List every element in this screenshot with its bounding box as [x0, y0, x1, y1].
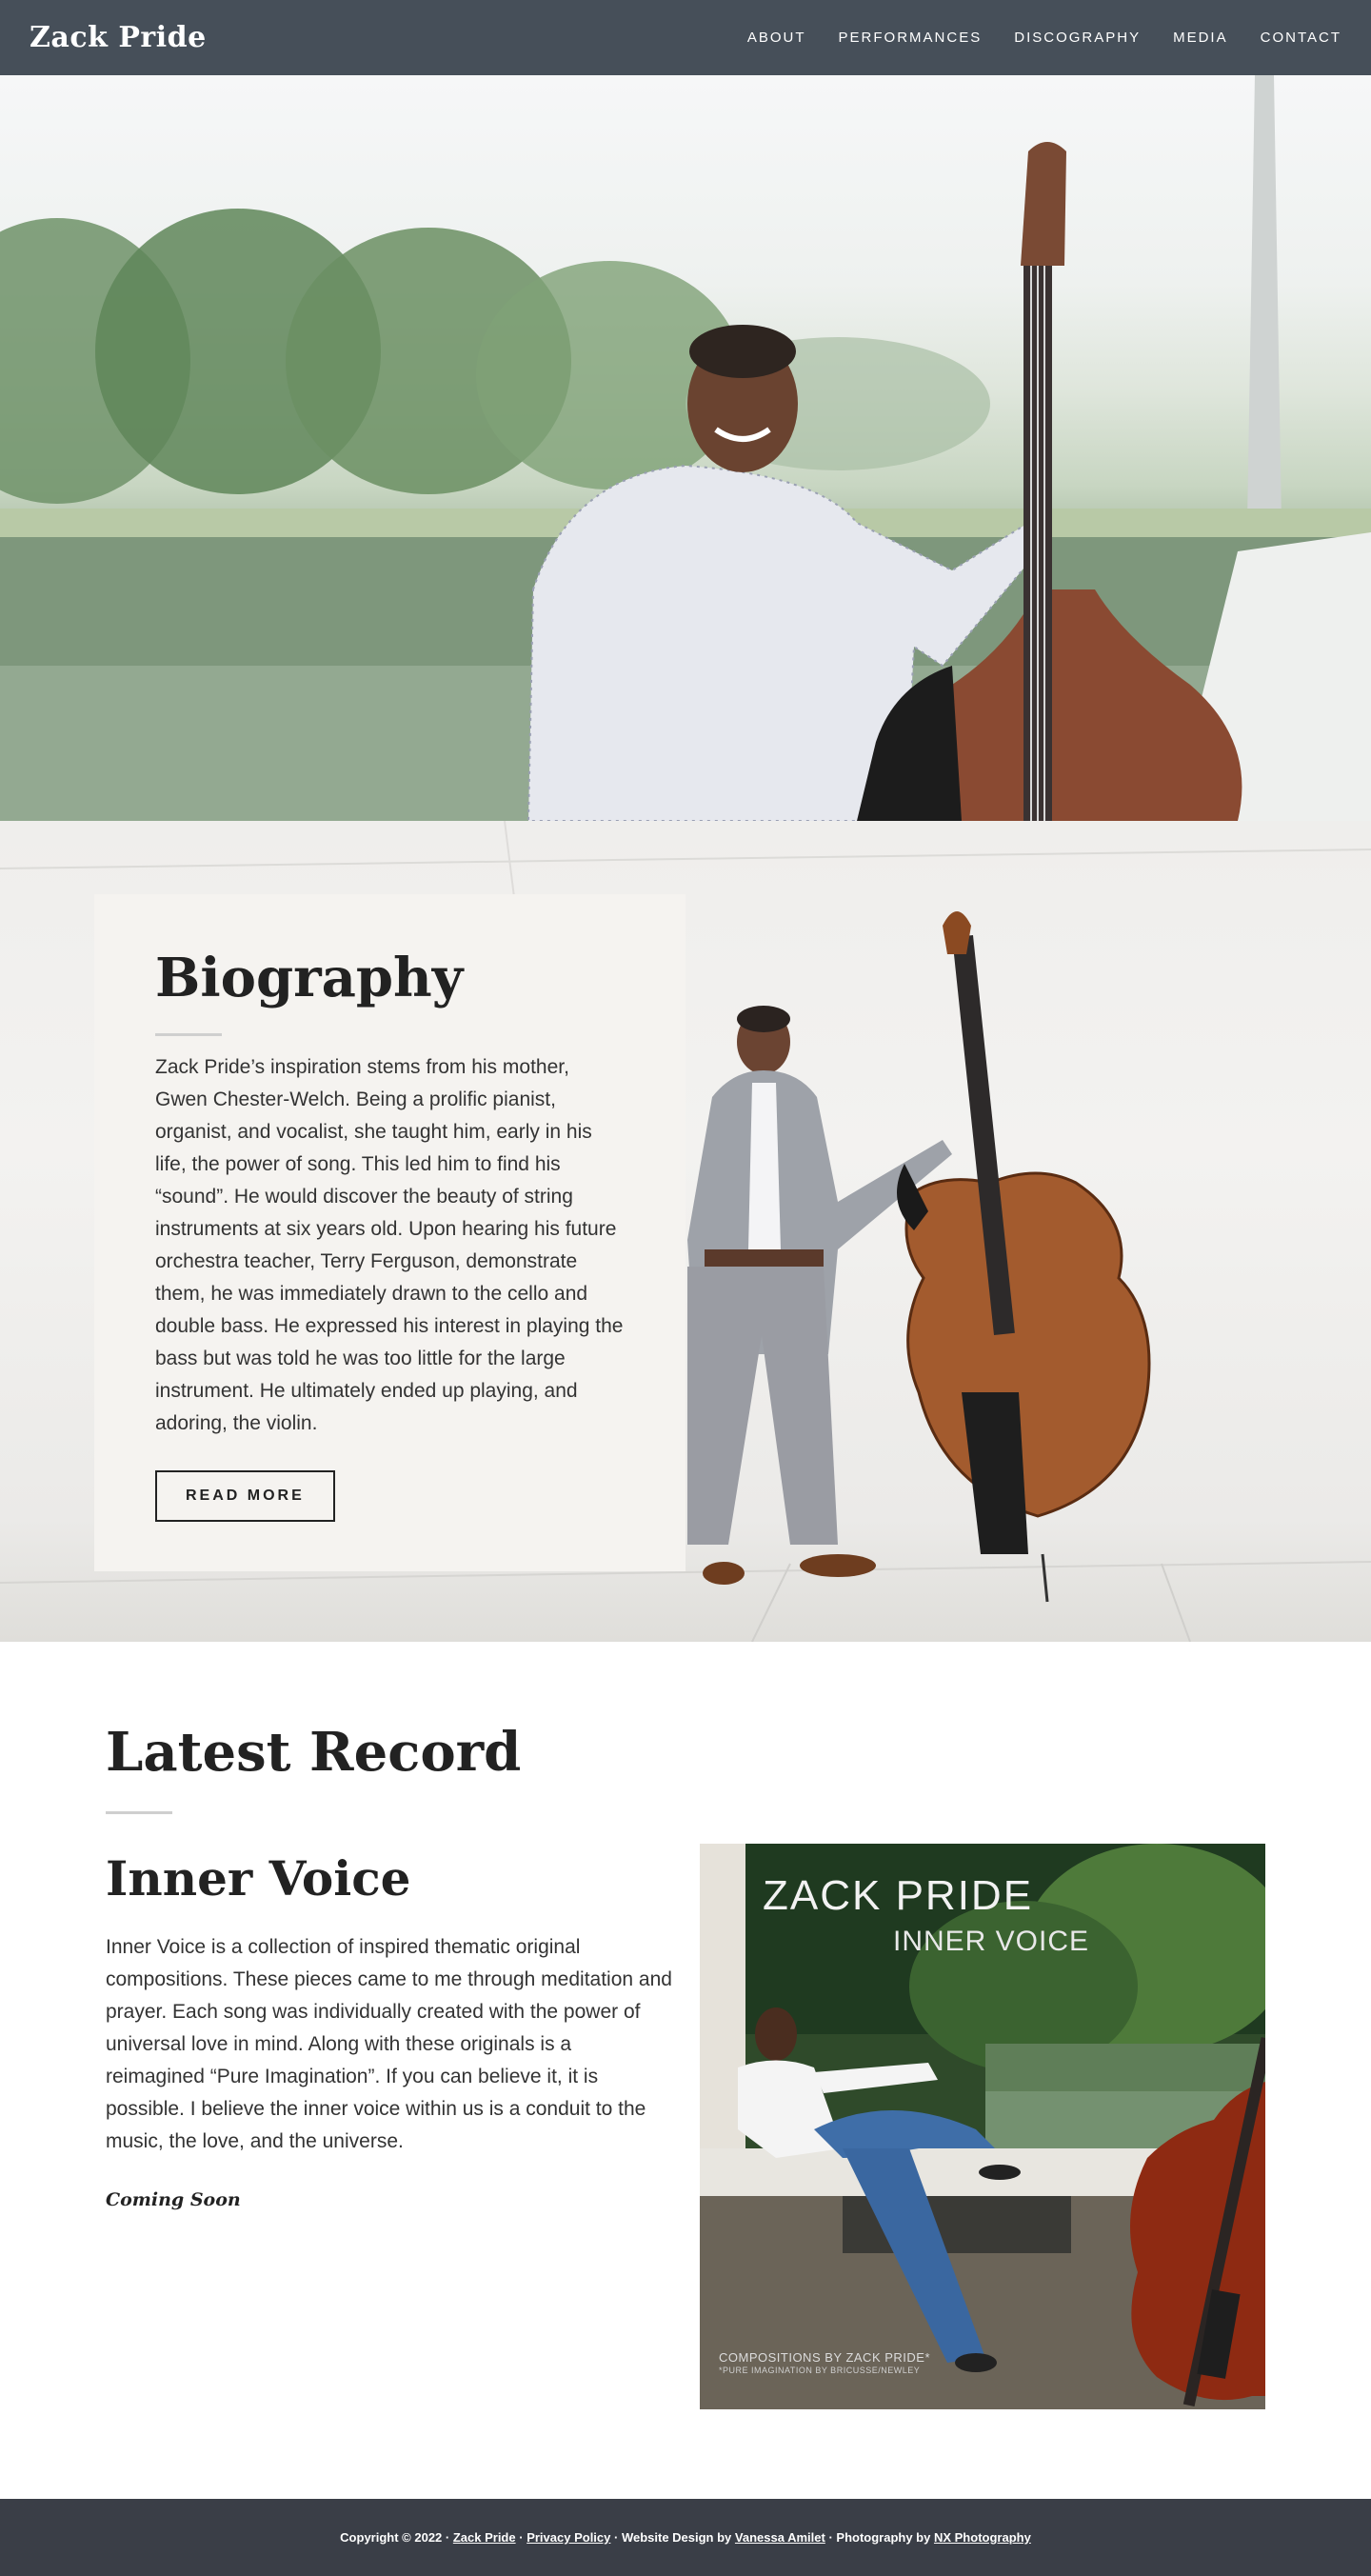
footer-privacy-link[interactable]: Privacy Policy — [527, 2530, 610, 2545]
hero-double-bass — [857, 142, 1242, 821]
hero-photo — [0, 75, 1371, 821]
footer-design-text: · Website Design by — [614, 2530, 732, 2545]
read-more-button[interactable]: READ MORE — [155, 1469, 335, 1522]
album-status: Coming Soon — [106, 2189, 241, 2210]
nav-discography[interactable]: DISCOGRAPHY — [1014, 30, 1141, 46]
album-cover: ZACK PRIDE INNER VOICE COMPOSITIONS BY Z… — [700, 1844, 1265, 2409]
latest-record-title: Latest Record — [106, 1721, 522, 1784]
nav-performances[interactable]: PERFORMANCES — [839, 30, 983, 46]
biography-section: Biography Zack Pride’s inspiration stems… — [0, 821, 1371, 1642]
album-cover-credit-note: *PURE IMAGINATION BY BRICUSSE/NEWLEY — [719, 2366, 921, 2375]
biography-text: Zack Pride’s inspiration stems from his … — [155, 1055, 624, 1434]
footer-site-link[interactable]: Zack Pride — [453, 2530, 516, 2545]
footer-photographer-link[interactable]: NX Photography — [934, 2530, 1031, 2545]
biography-card: Biography Zack Pride’s inspiration stems… — [94, 894, 686, 1571]
latest-record-divider — [106, 1811, 172, 1814]
album-cover-credit: COMPOSITIONS BY ZACK PRIDE* — [719, 2350, 931, 2365]
nav-media[interactable]: MEDIA — [1173, 30, 1228, 46]
nav-contact[interactable]: CONTACT — [1261, 30, 1341, 46]
site-logo[interactable]: Zack Pride — [30, 21, 207, 54]
footer-separator: · — [519, 2530, 524, 2545]
site-header: Zack Pride ABOUT PERFORMANCES DISCOGRAPH… — [0, 0, 1371, 75]
biography-double-bass — [897, 911, 1151, 1603]
biography-title: Biography — [155, 947, 464, 1009]
tree-line — [0, 209, 990, 504]
album-title: Inner Voice — [106, 1850, 411, 1907]
nav-about[interactable]: ABOUT — [747, 30, 806, 46]
hero-illustration — [0, 75, 1371, 821]
album-cover-artist: ZACK PRIDE — [763, 1872, 1034, 1919]
footer-text: Copyright © 2022 · Zack Pride · Privacy … — [340, 2530, 1031, 2545]
album-description: Inner Voice is a collection of inspired … — [106, 1936, 672, 2152]
footer-photo-text: · Photography by — [828, 2530, 931, 2545]
biography-divider — [155, 1032, 222, 1036]
footer-designer-link[interactable]: Vanessa Amilet — [735, 2530, 825, 2545]
biography-person — [687, 1006, 952, 1585]
footer-copyright: Copyright © 2022 · — [340, 2530, 450, 2545]
album-cover-album: INNER VOICE — [893, 1926, 1090, 1957]
site-footer: Copyright © 2022 · Zack Pride · Privacy … — [0, 2499, 1371, 2576]
main-nav: ABOUT PERFORMANCES DISCOGRAPHY MEDIA CON… — [747, 30, 1341, 46]
monument — [1247, 75, 1282, 523]
